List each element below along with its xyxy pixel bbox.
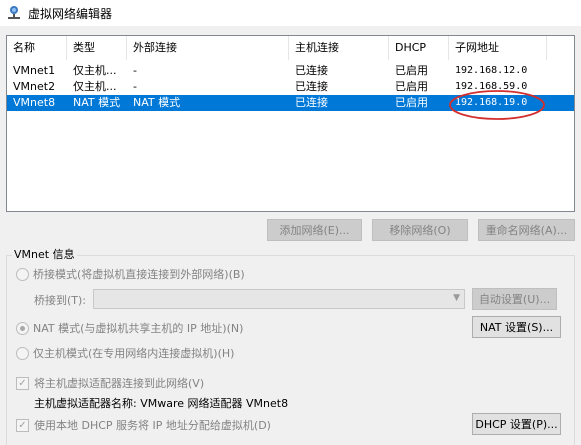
cell-external: NAT 模式: [133, 96, 181, 109]
cell-external: -: [133, 64, 137, 77]
column-header-dhcp[interactable]: DHCP: [389, 36, 449, 60]
cell-dhcp: 已启用: [395, 64, 428, 77]
network-table: 名称 类型 外部连接 主机连接 DHCP 子网地址 VMnet1 仅主机... …: [6, 35, 575, 212]
cell-type: NAT 模式: [73, 96, 121, 109]
bridged-to-select[interactable]: ▼: [93, 289, 465, 309]
dhcp-settings-button[interactable]: DHCP 设置(P)...: [472, 413, 561, 435]
bridged-mode-radio[interactable]: 桥接模式(将虚拟机直接连接到外部网络)(B): [16, 266, 245, 282]
radio-checked-icon: [16, 321, 29, 335]
column-header-host[interactable]: 主机连接: [289, 36, 389, 60]
cell-subnet: 192.168.12.0: [455, 65, 528, 76]
table-row[interactable]: VMnet2 仅主机... - 已连接 已启用 192.168.59.0: [7, 79, 574, 95]
column-header-external[interactable]: 外部连接: [127, 36, 289, 60]
nat-mode-label: NAT 模式(与虚拟机共享主机的 IP 地址)(N): [33, 322, 244, 335]
column-header-subnet[interactable]: 子网地址: [449, 36, 547, 60]
cell-dhcp: 已启用: [395, 96, 428, 109]
table-row-selected[interactable]: VMnet8 NAT 模式 NAT 模式 已连接 已启用 192.168.19.…: [7, 95, 574, 111]
vmnet-info-label: VMnet 信息: [12, 247, 77, 263]
radio-unchecked-icon: [16, 267, 29, 281]
radio-unchecked-icon: [16, 346, 29, 360]
use-dhcp-label: 使用本地 DHCP 服务将 IP 地址分配给虚拟机(D): [34, 419, 271, 432]
cell-type: 仅主机...: [73, 80, 117, 93]
cell-subnet: 192.168.59.0: [455, 81, 528, 92]
column-header-name[interactable]: 名称: [7, 36, 67, 60]
bridged-mode-label: 桥接模式(将虚拟机直接连接到外部网络)(B): [33, 268, 245, 281]
remove-network-button[interactable]: 移除网络(O): [372, 219, 468, 241]
cell-dhcp: 已启用: [395, 80, 428, 93]
connect-adapter-checkbox[interactable]: ✓ 将主机虚拟适配器连接到此网络(V): [16, 375, 204, 391]
column-header-filler: [547, 36, 576, 60]
chevron-down-icon: ▼: [453, 293, 460, 303]
network-icon: [8, 6, 20, 19]
window-title: 虚拟网络编辑器: [28, 6, 113, 21]
cell-name: VMnet1: [13, 64, 56, 77]
cell-host: 已连接: [295, 64, 328, 77]
table-header: 名称 类型 外部连接 主机连接 DHCP 子网地址: [7, 36, 574, 60]
nat-mode-radio[interactable]: NAT 模式(与虚拟机共享主机的 IP 地址)(N): [16, 320, 243, 336]
nat-settings-button[interactable]: NAT 设置(S)...: [472, 316, 561, 338]
cell-external: -: [133, 80, 137, 93]
cell-type: 仅主机...: [73, 64, 117, 77]
host-only-mode-label: 仅主机模式(在专用网络内连接虚拟机)(H): [33, 347, 235, 360]
auto-settings-button[interactable]: 自动设置(U)...: [472, 288, 557, 310]
connect-adapter-label: 将主机虚拟适配器连接到此网络(V): [34, 377, 205, 390]
column-header-type[interactable]: 类型: [67, 36, 127, 60]
cell-host: 已连接: [295, 80, 328, 93]
bridged-to-label: 桥接到(T):: [34, 294, 87, 307]
table-row[interactable]: VMnet1 仅主机... - 已连接 已启用 192.168.12.0: [7, 63, 574, 79]
rename-network-button[interactable]: 重命名网络(A)...: [478, 219, 575, 241]
cell-name: VMnet2: [13, 80, 56, 93]
cell-subnet: 192.168.19.0: [455, 97, 528, 108]
checkmark-icon: ✓: [16, 376, 29, 390]
add-network-button[interactable]: 添加网络(E)...: [267, 219, 362, 241]
adapter-name-text: 主机虚拟适配器名称: VMware 网络适配器 VMnet8: [34, 397, 289, 410]
cell-host: 已连接: [295, 96, 328, 109]
title-bar: 虚拟网络编辑器: [0, 0, 581, 26]
checkmark-icon: ✓: [16, 418, 29, 432]
host-only-mode-radio[interactable]: 仅主机模式(在专用网络内连接虚拟机)(H): [16, 345, 234, 361]
cell-name: VMnet8: [13, 96, 56, 109]
use-dhcp-checkbox[interactable]: ✓ 使用本地 DHCP 服务将 IP 地址分配给虚拟机(D): [16, 417, 271, 433]
